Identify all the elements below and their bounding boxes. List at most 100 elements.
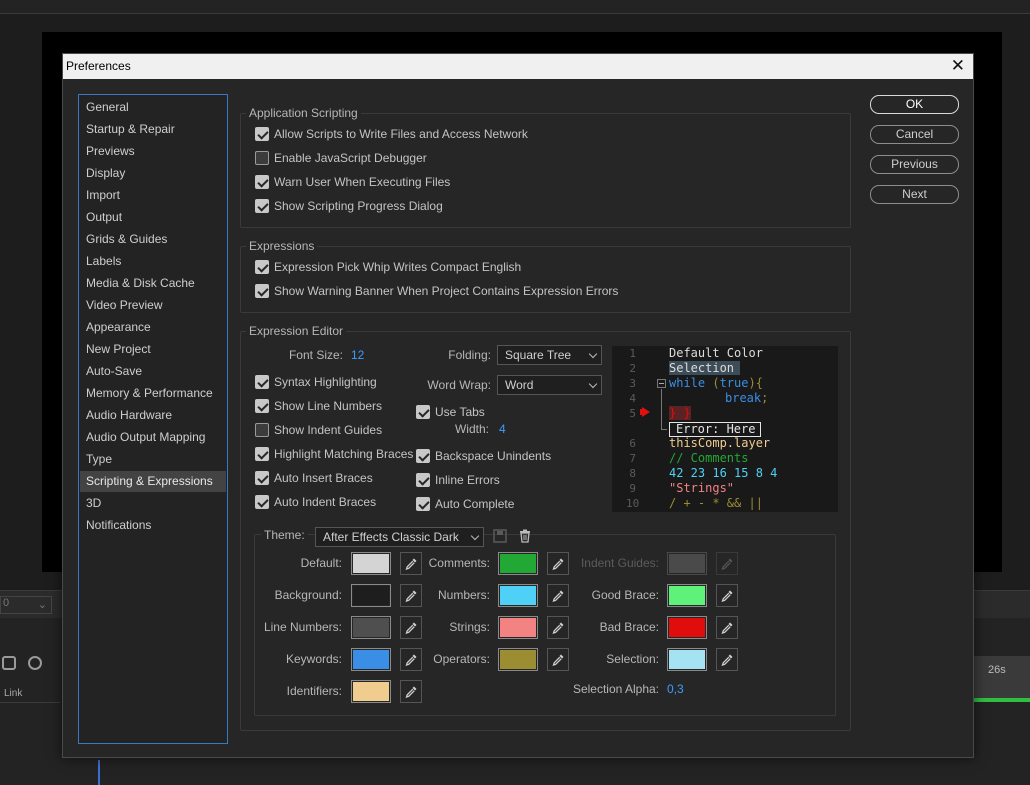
sidebar-item-video-preview[interactable]: Video Preview xyxy=(80,295,226,316)
theme-select-value: After Effects Classic Dark xyxy=(323,530,459,544)
selection-color-label: Selection: xyxy=(606,652,659,666)
checkbox-label: Inline Errors xyxy=(435,473,500,487)
fold-guide xyxy=(661,389,662,429)
chevron-down-icon xyxy=(588,349,598,359)
preview-default-line: Default Color xyxy=(669,346,763,360)
bad-brace-color-swatch[interactable] xyxy=(667,616,707,639)
sidebar-item-audio-hardware[interactable]: Audio Hardware xyxy=(80,405,226,426)
save-theme-icon[interactable] xyxy=(493,529,509,545)
sidebar-item-audio-output-mapping[interactable]: Audio Output Mapping xyxy=(80,427,226,448)
selection-color-swatch[interactable] xyxy=(667,648,707,671)
tab-width-value[interactable]: 4 xyxy=(499,422,506,436)
comments-color-swatch[interactable] xyxy=(498,552,538,575)
trash-icon[interactable] xyxy=(518,529,534,545)
checkbox-label: Show Indent Guides xyxy=(274,423,383,437)
fold-minus-icon[interactable] xyxy=(657,379,666,388)
sidebar-item-appearance[interactable]: Appearance xyxy=(80,317,226,338)
preview-bad-brace: } } xyxy=(669,406,691,420)
operators-color-swatch[interactable] xyxy=(498,648,538,671)
title-bar[interactable]: Preferences ✕ xyxy=(63,54,973,79)
ok-button[interactable]: OK xyxy=(870,95,959,114)
checkbox-box xyxy=(255,447,269,461)
selection-alpha-value[interactable]: 0,3 xyxy=(667,682,684,696)
eyedropper-icon[interactable] xyxy=(716,648,738,671)
chevron-down-icon xyxy=(588,379,598,389)
sidebar-item-auto-save[interactable]: Auto-Save xyxy=(80,361,226,382)
sidebar-item-new-project[interactable]: New Project xyxy=(80,339,226,360)
strings-color-swatch[interactable] xyxy=(498,616,538,639)
checkbox-box xyxy=(255,375,269,389)
eyedropper-icon[interactable] xyxy=(716,584,738,607)
checkbox-label: Show Scripting Progress Dialog xyxy=(274,199,443,213)
line-number: 4 xyxy=(629,392,636,405)
sidebar-item-display[interactable]: Display xyxy=(80,163,226,184)
sidebar-item-media-disk-cache[interactable]: Media & Disk Cache xyxy=(80,273,226,294)
swatch-fill xyxy=(500,586,536,605)
checkbox-label: Auto Indent Braces xyxy=(274,495,377,509)
sidebar-item-memory-performance[interactable]: Memory & Performance xyxy=(80,383,226,404)
sidebar-item-scripting-expressions[interactable]: Scripting & Expressions xyxy=(80,471,226,492)
sidebar-item-type[interactable]: Type xyxy=(80,449,226,470)
checkbox-box xyxy=(416,473,430,487)
preferences-category-list[interactable]: General Startup & Repair Previews Display Im… xyxy=(78,94,228,744)
app-top-bar xyxy=(0,0,1030,14)
sidebar-item-3d[interactable]: 3D xyxy=(80,493,226,514)
checkbox-label: Auto Insert Braces xyxy=(274,471,373,485)
preview-semicolon: ; xyxy=(761,391,769,405)
operators-color-label: Operators: xyxy=(433,652,490,666)
font-size-value[interactable]: 12 xyxy=(351,348,364,362)
numbers-color-swatch[interactable] xyxy=(498,584,538,607)
checkbox-box xyxy=(416,405,430,419)
bg-dropdown[interactable]: 0 ⌄ xyxy=(0,596,52,614)
strings-color-label: Strings: xyxy=(449,620,490,634)
checkbox-label: Show Warning Banner When Project Contain… xyxy=(274,284,619,298)
identifiers-color-label: Identifiers: xyxy=(286,684,342,698)
motion-blur-icon[interactable] xyxy=(28,656,42,670)
preview-selection-line: Selection xyxy=(669,361,741,375)
theme-select[interactable]: After Effects Classic Dark xyxy=(315,527,484,547)
sidebar-item-labels[interactable]: Labels xyxy=(80,251,226,272)
tab-width-label: Width: xyxy=(454,422,489,436)
checkbox-box xyxy=(255,199,269,213)
sidebar-item-previews[interactable]: Previews xyxy=(80,141,226,162)
close-icon[interactable]: ✕ xyxy=(951,57,965,74)
time-marker-label: 26s xyxy=(988,664,1006,676)
timeline-ruler[interactable] xyxy=(974,656,1030,700)
line-number: 2 xyxy=(629,362,636,375)
identifiers-color-swatch[interactable] xyxy=(351,680,391,703)
checkbox-box xyxy=(416,449,430,463)
preview-number-line: 42 23 16 15 8 4 xyxy=(669,466,778,480)
folding-select[interactable]: Square Tree xyxy=(497,345,602,365)
line-number: 7 xyxy=(629,452,636,465)
work-area-bar[interactable] xyxy=(974,698,1030,702)
sidebar-item-general[interactable]: General xyxy=(80,97,226,118)
cancel-button[interactable]: Cancel xyxy=(870,125,959,144)
swatch-fill xyxy=(669,650,705,669)
line-number: 6 xyxy=(629,437,636,450)
preview-break: break xyxy=(725,391,762,405)
film-icon[interactable] xyxy=(2,656,16,670)
preview-paren-open: ( xyxy=(705,376,720,390)
good-brace-color-swatch[interactable] xyxy=(667,584,707,607)
checkbox-box xyxy=(255,399,269,413)
line-number: 8 xyxy=(629,467,636,480)
sidebar-item-notifications[interactable]: Notifications xyxy=(80,515,226,536)
checkbox-box xyxy=(255,284,269,298)
line-number: 1 xyxy=(629,347,636,360)
checkbox-label: Expression Pick Whip Writes Compact Engl… xyxy=(274,260,522,274)
sidebar-item-import[interactable]: Import xyxy=(80,185,226,206)
eyedropper-icon[interactable] xyxy=(400,680,422,703)
sidebar-item-startup-repair[interactable]: Startup & Repair xyxy=(80,119,226,140)
previous-button[interactable]: Previous xyxy=(870,155,959,174)
preview-selection-text: Selection xyxy=(669,361,741,375)
folding-select-value: Square Tree xyxy=(505,348,572,362)
next-button[interactable]: Next xyxy=(870,185,959,204)
checkbox-label: Warn User When Executing Files xyxy=(274,175,451,189)
sidebar-item-output[interactable]: Output xyxy=(80,207,226,228)
word-wrap-select[interactable]: Word xyxy=(497,375,602,395)
current-time-indicator[interactable] xyxy=(98,760,100,785)
eyedropper-icon[interactable] xyxy=(716,616,738,639)
indent-guides-color-swatch xyxy=(667,552,707,575)
sidebar-item-grids-guides[interactable]: Grids & Guides xyxy=(80,229,226,250)
preferences-dialog: Preferences ✕ General Startup & Repair Pre… xyxy=(62,53,974,758)
